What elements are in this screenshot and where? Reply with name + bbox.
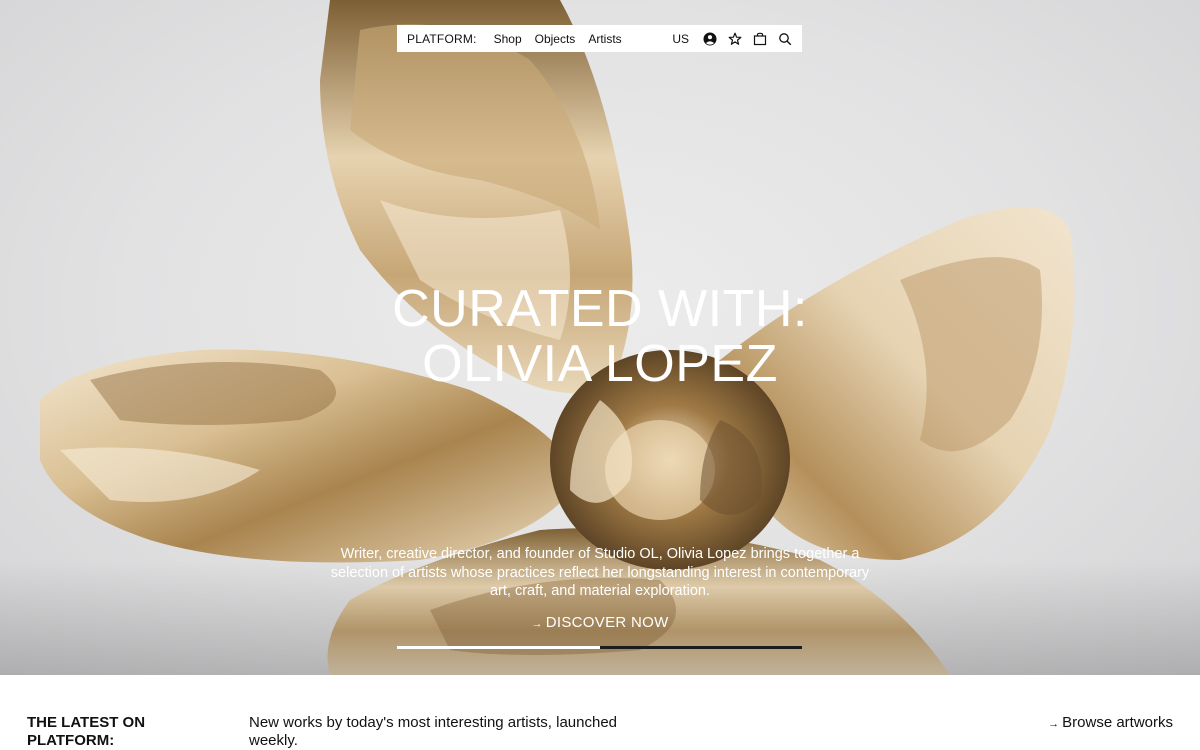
hero-title-line-2: OLIVIA LOPEZ bbox=[422, 335, 778, 393]
nav-links: Shop Objects Artists bbox=[494, 32, 622, 46]
platform-logo[interactable]: PLATFORM: bbox=[407, 32, 477, 46]
latest-heading: THE LATEST ON PLATFORM: bbox=[27, 714, 146, 749]
hero-description: Writer, creative director, and founder o… bbox=[330, 546, 870, 599]
hero-title-line-1: CURATED WITH: bbox=[392, 280, 808, 338]
latest-description: New works by today's most interesting ar… bbox=[249, 714, 618, 749]
top-navigation-bar: PLATFORM: Shop Objects Artists US bbox=[397, 25, 802, 52]
slideshow-progress-fill bbox=[397, 646, 600, 649]
arrow-right-icon: → bbox=[531, 618, 543, 630]
favorites-star-icon[interactable] bbox=[728, 32, 742, 46]
hero-banner[interactable]: PLATFORM: Shop Objects Artists US CURATE… bbox=[0, 0, 1200, 675]
slideshow-progress-bar[interactable] bbox=[397, 646, 802, 649]
hero-title: CURATED WITH: OLIVIA LOPEZ bbox=[300, 282, 900, 392]
nav-utilities: US bbox=[672, 32, 792, 46]
browse-artworks-link[interactable]: → Browse artworks bbox=[1048, 714, 1173, 733]
shopping-bag-icon[interactable] bbox=[753, 32, 767, 46]
nav-link-shop[interactable]: Shop bbox=[494, 32, 522, 46]
discover-now-link[interactable]: → DISCOVER NOW bbox=[500, 614, 700, 631]
account-icon[interactable] bbox=[703, 32, 717, 46]
nav-link-artists[interactable]: Artists bbox=[588, 32, 621, 46]
search-icon[interactable] bbox=[778, 32, 792, 46]
nav-link-objects[interactable]: Objects bbox=[535, 32, 576, 46]
browse-artworks-label: Browse artworks bbox=[1062, 714, 1173, 731]
discover-now-label: DISCOVER NOW bbox=[545, 614, 669, 631]
arrow-right-icon: → bbox=[1048, 718, 1060, 730]
region-selector[interactable]: US bbox=[672, 32, 689, 46]
latest-section: THE LATEST ON PLATFORM: New works by tod… bbox=[0, 675, 1200, 750]
